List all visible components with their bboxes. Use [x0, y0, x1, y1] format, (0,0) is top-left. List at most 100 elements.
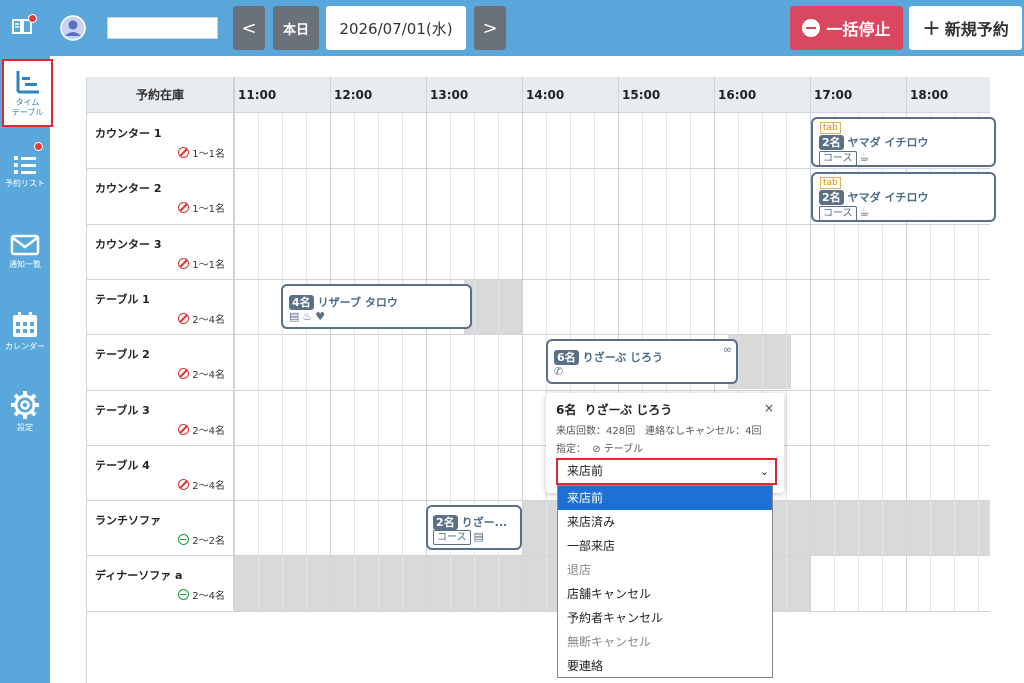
capacity-text: 2〜4名 — [192, 370, 225, 382]
cake-icon: ♨ — [302, 310, 313, 323]
room-capacity: 2〜4名 — [178, 587, 225, 602]
status-option[interactable]: 予約者キャンセル — [558, 606, 772, 630]
next-day-button[interactable]: > — [474, 6, 506, 50]
sidebar-item-label: カレンダー — [5, 341, 45, 351]
bulk-stop-label: 一括停止 — [826, 20, 891, 39]
sidebar-item-timetable[interactable]: タイム テーブル — [2, 59, 53, 127]
designation-value: テーブル — [603, 444, 644, 455]
reservation-card[interactable]: tab 2名 ヤマダ イチロウ コース ☕ — [811, 117, 996, 167]
no-smoking-icon — [178, 257, 190, 269]
status-option[interactable]: 店舗キャンセル — [558, 582, 772, 606]
guest-name: りざーぶ じろう — [582, 351, 664, 364]
sidebar-item-label: 予約リスト — [5, 178, 45, 188]
smoking-icon — [178, 589, 190, 601]
reservation-card[interactable]: 2名 りざー... コース ▤ — [426, 505, 522, 550]
guest-name: りざー... — [461, 516, 508, 529]
room-name: テーブル 1 — [95, 292, 150, 306]
room-row[interactable]: テーブル 4 2〜4名 — [87, 444, 234, 500]
sidebar-item-notifications[interactable]: 通知一覧 — [0, 216, 50, 286]
capacity-text: 1〜1名 — [192, 204, 225, 216]
room-row[interactable]: テーブル 3 2〜4名 — [87, 389, 234, 445]
status-option[interactable]: 要連絡 — [558, 654, 772, 678]
party-size-badge: 2名 — [819, 190, 844, 205]
room-row[interactable]: テーブル 1 2〜4名 — [87, 278, 234, 334]
top-bar: < 本日 2026/07/01(水) > 一括停止 + 新規予約 — [0, 0, 1024, 56]
visit-stats: 来店回数：428回 連絡なしキャンセル：4回 — [556, 426, 762, 437]
status-option[interactable]: 来店済み — [558, 510, 772, 534]
popover-guest-name: りざーぶ じろう — [584, 403, 673, 417]
book-icon[interactable] — [12, 14, 37, 40]
memo-icon: ▤ — [473, 530, 484, 543]
status-option[interactable]: 来店前 — [558, 486, 772, 510]
reservation-card[interactable]: 6名 りざーぶ じろう ✆ ∞ — [546, 339, 738, 384]
time-slot-header: 16:00 — [714, 77, 810, 113]
room-name: テーブル 4 — [95, 458, 150, 472]
stop-icon — [802, 19, 821, 37]
designation-icon: ⊘ — [592, 444, 601, 455]
new-reservation-label: 新規予約 — [944, 20, 1009, 39]
capacity-text: 2〜2名 — [192, 536, 225, 548]
user-avatar-icon[interactable] — [60, 15, 86, 45]
date-display[interactable]: 2026/07/01(水) — [326, 6, 466, 50]
guest-name: リザーブ タロウ — [317, 296, 398, 309]
no-smoking-icon — [178, 368, 190, 380]
inventory-header: 予約在庫 — [87, 77, 234, 113]
time-slot-header: 14:00 — [522, 77, 618, 113]
course-tag: コース — [819, 151, 857, 166]
guest-name: ヤマダ イチロウ — [847, 136, 929, 149]
timetable-icon — [16, 70, 39, 93]
room-row[interactable]: ディナーソファ a 2〜4名 — [87, 555, 234, 611]
gear-icon — [11, 390, 39, 419]
tab-tag: tab — [820, 177, 841, 189]
course-tag: コース — [433, 530, 471, 545]
prev-day-button[interactable]: < — [233, 6, 265, 50]
designation: 指定： ⊘ テーブル — [556, 440, 643, 455]
status-option: 無断キャンセル — [567, 635, 652, 649]
status-select-value: 来店前 — [567, 464, 604, 478]
party-size-badge: 2名 — [819, 135, 844, 150]
mail-icon — [10, 234, 40, 255]
time-slot-header: 11:00 — [234, 77, 330, 113]
grid-line — [786, 113, 787, 611]
status-select[interactable]: 来店前 ⌄ — [556, 458, 777, 485]
new-reservation-button[interactable]: + 新規予約 — [909, 6, 1022, 50]
phone-icon: ✆ — [554, 365, 564, 378]
room-row[interactable]: カウンター 1 1〜1名 — [87, 113, 234, 168]
time-slot-header: 12:00 — [330, 77, 426, 113]
room-name: テーブル 2 — [95, 348, 150, 362]
timetable-grid: 予約在庫 11:00 12:00 13:00 14:00 15:00 16:00 17:00… — [86, 77, 990, 683]
party-size-badge: 6名 — [554, 350, 579, 365]
bulk-stop-button[interactable]: 一括停止 — [790, 6, 903, 50]
designation-label: 指定： — [556, 444, 586, 455]
capacity-text: 1〜1名 — [192, 149, 225, 160]
status-option[interactable]: 一部来店 — [558, 534, 772, 558]
course-tag: コース — [819, 206, 857, 221]
reservation-card[interactable]: 4名 リザーブ タロウ ▤ ♨ ♥ — [281, 284, 472, 329]
grid-line — [282, 113, 283, 611]
popover-party-size: 6名 — [556, 403, 577, 417]
calendar-icon — [13, 311, 37, 337]
room-row[interactable]: カウンター 3 1〜1名 — [87, 223, 234, 279]
room-row[interactable]: ランチソファ 2〜2名 — [87, 500, 234, 556]
sidebar-item-reservation-list[interactable]: 予約リスト — [0, 136, 50, 206]
room-row[interactable]: カウンター 2 1〜1名 — [87, 168, 234, 224]
capacity-text: 2〜4名 — [192, 425, 225, 437]
sidebar-item-label: 設定 — [17, 422, 33, 432]
today-button[interactable]: 本日 — [273, 6, 319, 50]
room-capacity: 2〜4名 — [178, 311, 225, 326]
capacity-text: 2〜4名 — [192, 480, 225, 492]
reservation-card[interactable]: tab 2名 ヤマダ イチロウ コース ☕ — [811, 172, 996, 222]
room-capacity: 1〜1名 — [178, 145, 225, 160]
sidebar-item-settings[interactable]: 設定 — [0, 376, 50, 446]
no-smoking-icon — [178, 202, 190, 214]
grid-line — [378, 113, 379, 611]
tab-tag: tab — [820, 122, 841, 134]
room-row[interactable]: テーブル 2 2〜4名 — [87, 334, 234, 390]
room-name: テーブル 3 — [95, 403, 150, 417]
chevron-down-icon: ⌄ — [759, 465, 769, 478]
grid-line — [258, 113, 259, 611]
no-smoking-icon — [178, 478, 190, 490]
sidebar-item-calendar[interactable]: カレンダー — [0, 296, 50, 366]
close-icon[interactable]: × — [764, 401, 774, 415]
sidebar-item-label: タイム テーブル — [11, 97, 44, 117]
